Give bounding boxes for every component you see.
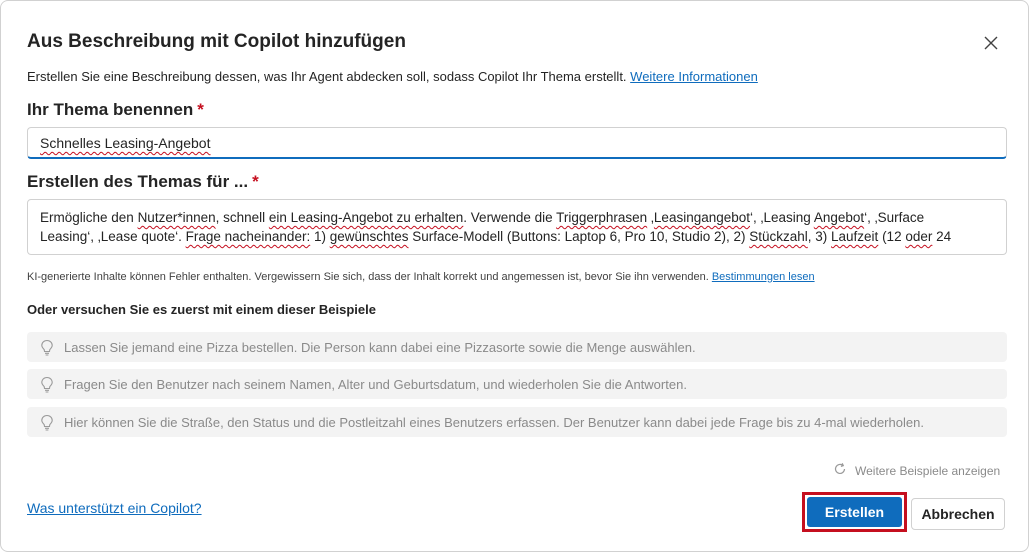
learn-more-link[interactable]: Weitere Informationen <box>630 69 758 84</box>
more-examples-button[interactable]: Weitere Beispiele anzeigen <box>833 462 1000 479</box>
topic-description-label: Erstellen des Themas für ... * <box>27 172 259 192</box>
required-mark: * <box>197 100 204 119</box>
example-text: Hier können Sie die Straße, den Status u… <box>64 414 924 430</box>
create-button[interactable]: Erstellen <box>807 497 902 527</box>
example-suggestion[interactable]: Lassen Sie jemand eine Pizza bestellen. … <box>27 332 1007 362</box>
textarea-line-2: Leasing‘, ‚Lease quote‘. Frage nacheinan… <box>40 229 952 244</box>
required-mark: * <box>252 172 259 191</box>
dialog-description: Erstellen Sie eine Beschreibung dessen, … <box>27 69 758 84</box>
more-examples-label: Weitere Beispiele anzeigen <box>855 463 1001 478</box>
topic-name-label: Ihr Thema benennen * <box>27 100 204 120</box>
refresh-icon <box>833 462 847 479</box>
lightbulb-icon <box>39 413 55 431</box>
add-topic-dialog: Aus Beschreibung mit Copilot hinzufügen … <box>0 0 1029 552</box>
dialog-title: Aus Beschreibung mit Copilot hinzufügen <box>27 31 406 52</box>
example-text: Lassen Sie jemand eine Pizza bestellen. … <box>64 339 696 355</box>
example-suggestion[interactable]: Hier können Sie die Straße, den Status u… <box>27 407 1007 437</box>
topic-name-label-text: Ihr Thema benennen <box>27 100 194 119</box>
close-icon[interactable] <box>979 31 1003 55</box>
examples-heading: Oder versuchen Sie es zuerst mit einem d… <box>27 302 376 317</box>
topic-name-input[interactable]: Schnelles Leasing-Angebot <box>27 127 1007 159</box>
example-text: Fragen Sie den Benutzer nach seinem Name… <box>64 376 687 392</box>
read-terms-link[interactable]: Bestimmungen lesen <box>712 271 815 283</box>
topic-description-textarea[interactable]: Ermögliche den Nutzer*innen, schnell ein… <box>27 199 1007 255</box>
ai-disclaimer: KI-generierte Inhalte können Fehler enth… <box>27 271 815 283</box>
lightbulb-icon <box>39 338 55 356</box>
example-suggestion[interactable]: Fragen Sie den Benutzer nach seinem Name… <box>27 369 1007 399</box>
create-button-highlight: Erstellen <box>802 492 907 532</box>
topic-name-value: Schnelles Leasing-Angebot <box>40 135 211 151</box>
description-text: Erstellen Sie eine Beschreibung dessen, … <box>27 69 627 84</box>
cancel-button[interactable]: Abbrechen <box>911 498 1005 530</box>
textarea-line-1: Ermögliche den Nutzer*innen, schnell ein… <box>40 210 925 225</box>
lightbulb-icon <box>39 375 55 393</box>
ai-disclaimer-text: KI-generierte Inhalte können Fehler enth… <box>27 271 709 283</box>
topic-description-label-text: Erstellen des Themas für ... <box>27 172 249 191</box>
copilot-help-link[interactable]: Was unterstützt ein Copilot? <box>27 500 202 516</box>
